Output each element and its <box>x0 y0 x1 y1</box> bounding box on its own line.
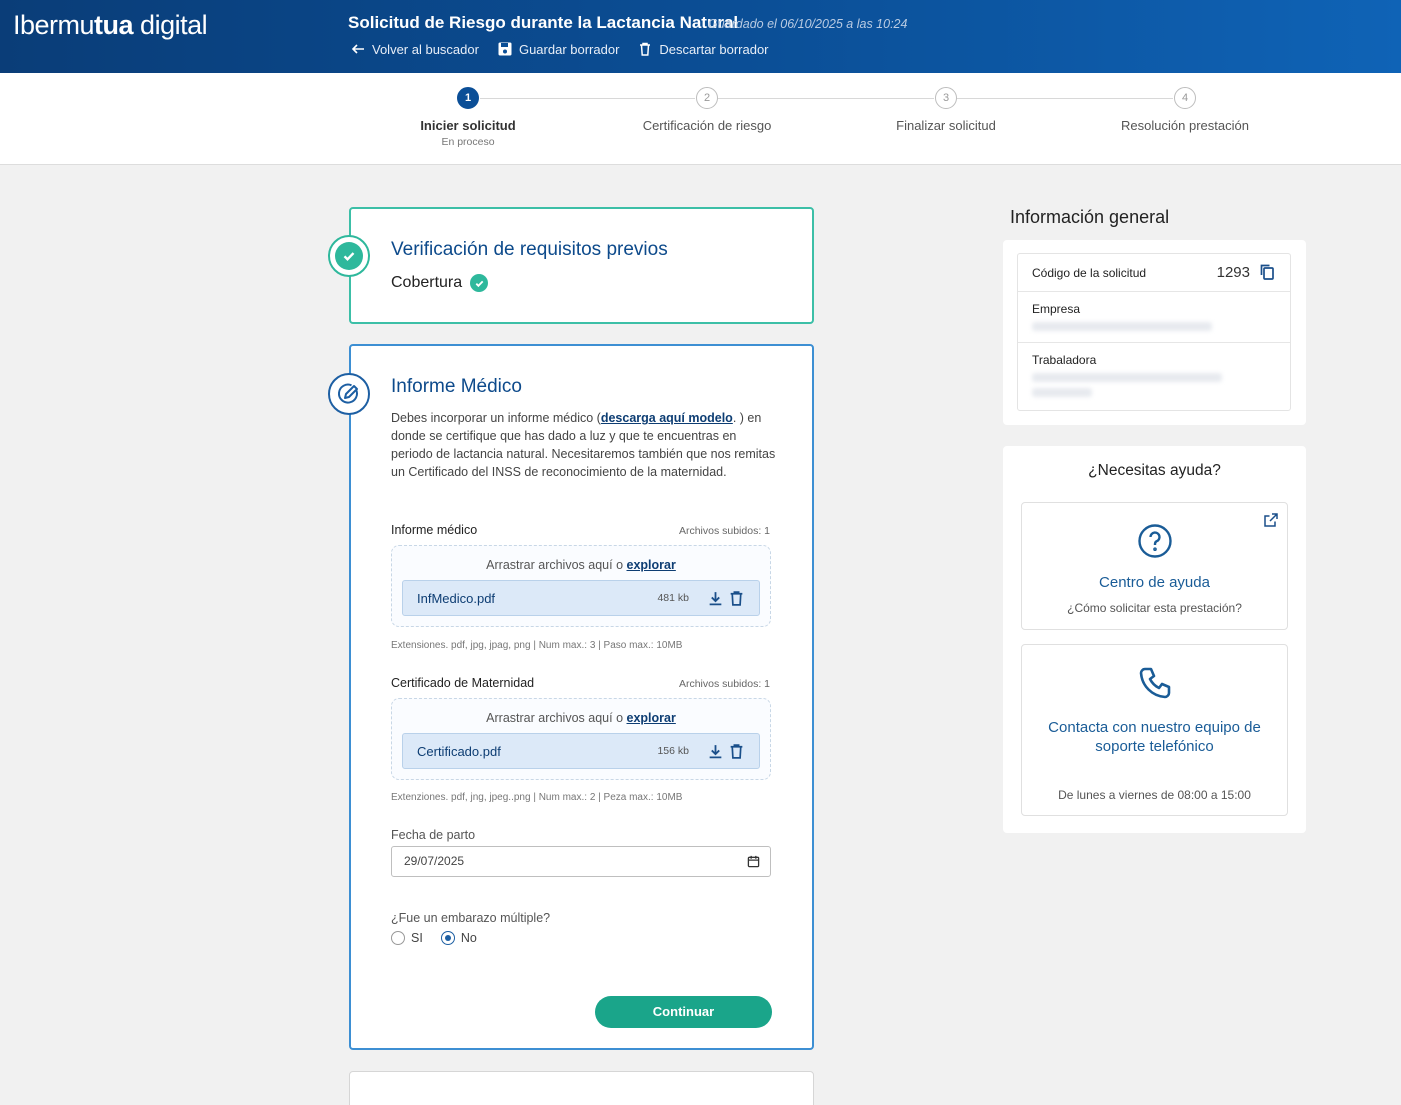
back-to-search-button[interactable]: Volver al buscador <box>350 41 479 57</box>
saved-timestamp: Guardado el 06/10/2025 a las 10:24 <box>708 17 908 31</box>
uploaded-file: InfMedico.pdf 481 kb <box>402 580 760 616</box>
external-link-icon <box>1264 513 1278 527</box>
upload-constraints: Extenziones. pdf, jng, jpeg..png | Num m… <box>391 792 683 803</box>
step-status: En proceso <box>441 136 495 148</box>
check-circle-icon <box>470 274 489 292</box>
top-header: Ibermutua digital Solicitud de Riesgo du… <box>0 0 1401 73</box>
upload-label-maternity-certificate: Certificado de Maternidad <box>391 676 535 690</box>
redacted-value <box>1032 388 1092 397</box>
medical-report-title: Informe Médico <box>391 376 522 397</box>
upload-count: Archivos subidos: 1 <box>678 678 770 690</box>
progress-stepper: 1 Inicier solicitud En proceso 2 Certifi… <box>0 73 1401 165</box>
general-info-card: Código de la solicitud 1293 Empresa Trab… <box>1003 240 1306 425</box>
radio-si[interactable]: SI <box>391 931 423 945</box>
dropzone-medical-report[interactable]: Arrastrar archivos aquí o explorar InfMe… <box>391 545 771 627</box>
upload-label-medical-report: Informe médico <box>391 523 478 537</box>
download-icon[interactable] <box>707 743 724 760</box>
arrow-left-icon <box>351 44 364 54</box>
radio-no[interactable]: No <box>440 931 477 945</box>
step-number: 4 <box>1174 87 1196 109</box>
worker-label: Trabaladora <box>1032 353 1097 367</box>
redacted-value <box>1032 322 1212 331</box>
trash-icon[interactable] <box>728 743 745 760</box>
browse-link[interactable]: explorar <box>627 711 676 725</box>
help-title: ¿Necesitas ayuda? <box>1088 462 1221 479</box>
request-code-value: 1293 <box>1216 263 1250 281</box>
phone-icon <box>1139 667 1170 699</box>
step-number: 3 <box>935 87 957 109</box>
step-current-marker <box>328 373 370 415</box>
calendar-icon[interactable] <box>747 855 760 868</box>
help-center-subtitle: ¿Cómo solicitar esta prestación? <box>1067 601 1242 615</box>
step-label: Certificación de riesgo <box>642 118 772 133</box>
help-center-title: Centro de ayuda <box>1099 574 1210 591</box>
question-circle-icon <box>1137 524 1172 558</box>
file-name: InfMedico.pdf <box>417 590 496 606</box>
verification-card: Verificación de requisitos previos Cober… <box>349 207 814 324</box>
next-section-card <box>349 1071 814 1105</box>
company-row: Empresa <box>1018 292 1290 343</box>
download-template-link[interactable]: descarga aquí modelo <box>601 411 733 425</box>
step-1[interactable]: 1 Inicier solicitud En proceso <box>368 87 568 148</box>
step-done-marker <box>328 235 370 277</box>
file-size: 156 kb <box>657 745 689 757</box>
birth-date-label: Fecha de parto <box>391 828 476 842</box>
page-title: Solicitud de Riesgo durante la Lactancia… <box>348 13 739 32</box>
save-icon <box>498 42 512 56</box>
upload-constraints: Extensiones. pdf, jpg, jpag, png | Num m… <box>391 640 683 651</box>
birth-date-input[interactable]: 29/07/2025 <box>391 846 771 877</box>
general-info-heading: Información general <box>1010 207 1170 227</box>
step-2[interactable]: 2 Certificación de riesgo <box>607 87 807 133</box>
medical-report-card: Informe Médico Debes incorporar un infor… <box>349 344 814 1050</box>
step-label: Finalizar solicitud <box>896 118 996 133</box>
verification-title: Verificación de requisitos previos <box>391 239 668 260</box>
help-card: ¿Necesitas ayuda? Centro de ayuda ¿Cómo … <box>1003 446 1306 833</box>
phone-support-hours: De lunes a viernes de 08:00 a 15:00 <box>1058 788 1251 802</box>
file-size: 481 kb <box>657 592 689 604</box>
step-label: Inicier solicitud <box>420 118 516 133</box>
coverage-status: Cobertura <box>391 274 489 292</box>
worker-row: Trabaladora <box>1018 343 1290 412</box>
trash-icon <box>640 42 651 56</box>
download-icon[interactable] <box>707 590 724 607</box>
phone-support-title: Contacta con nuestro equipo de soporte t… <box>1048 719 1261 755</box>
step-number: 2 <box>696 87 718 109</box>
request-code-row: Código de la solicitud 1293 <box>1018 254 1290 292</box>
step-label: Resolución prestación <box>1121 118 1249 133</box>
browse-link[interactable]: explorar <box>627 558 676 572</box>
multiple-pregnancy-question: ¿Fue un embarazo múltiple? <box>391 911 551 925</box>
redacted-value <box>1032 373 1222 382</box>
continue-button[interactable]: Continuar <box>595 996 772 1028</box>
phone-support-box[interactable]: Contacta con nuestro equipo de soporte t… <box>1021 644 1288 816</box>
step-3[interactable]: 3 Finalizar solicitud <box>846 87 1046 133</box>
save-draft-button[interactable]: Guardar borrador <box>497 41 619 57</box>
help-center-link[interactable]: Centro de ayuda ¿Cómo solicitar esta pre… <box>1021 502 1288 630</box>
multiple-pregnancy-radios: SI No <box>391 931 477 945</box>
medical-report-description: Debes incorporar un informe médico (desc… <box>391 411 776 479</box>
brand-logo[interactable]: Ibermutua digital <box>13 10 208 41</box>
company-label: Empresa <box>1032 302 1081 316</box>
file-name: Certificado.pdf <box>417 743 501 759</box>
uploaded-file: Certificado.pdf 156 kb <box>402 733 760 769</box>
dropzone-maternity-certificate[interactable]: Arrastrar archivos aquí o explorar Certi… <box>391 698 771 780</box>
copy-icon[interactable] <box>1258 263 1276 281</box>
check-icon <box>335 242 363 270</box>
discard-draft-button[interactable]: Descartar borrador <box>637 41 769 57</box>
header-actions: Volver al buscador Guardar borrador Desc… <box>350 41 769 57</box>
trash-icon[interactable] <box>728 590 745 607</box>
step-number: 1 <box>457 87 479 109</box>
upload-count: Archivos subidos: 1 <box>678 525 770 537</box>
edit-progress-icon <box>338 383 358 404</box>
step-4[interactable]: 4 Resolución prestación <box>1085 87 1285 133</box>
